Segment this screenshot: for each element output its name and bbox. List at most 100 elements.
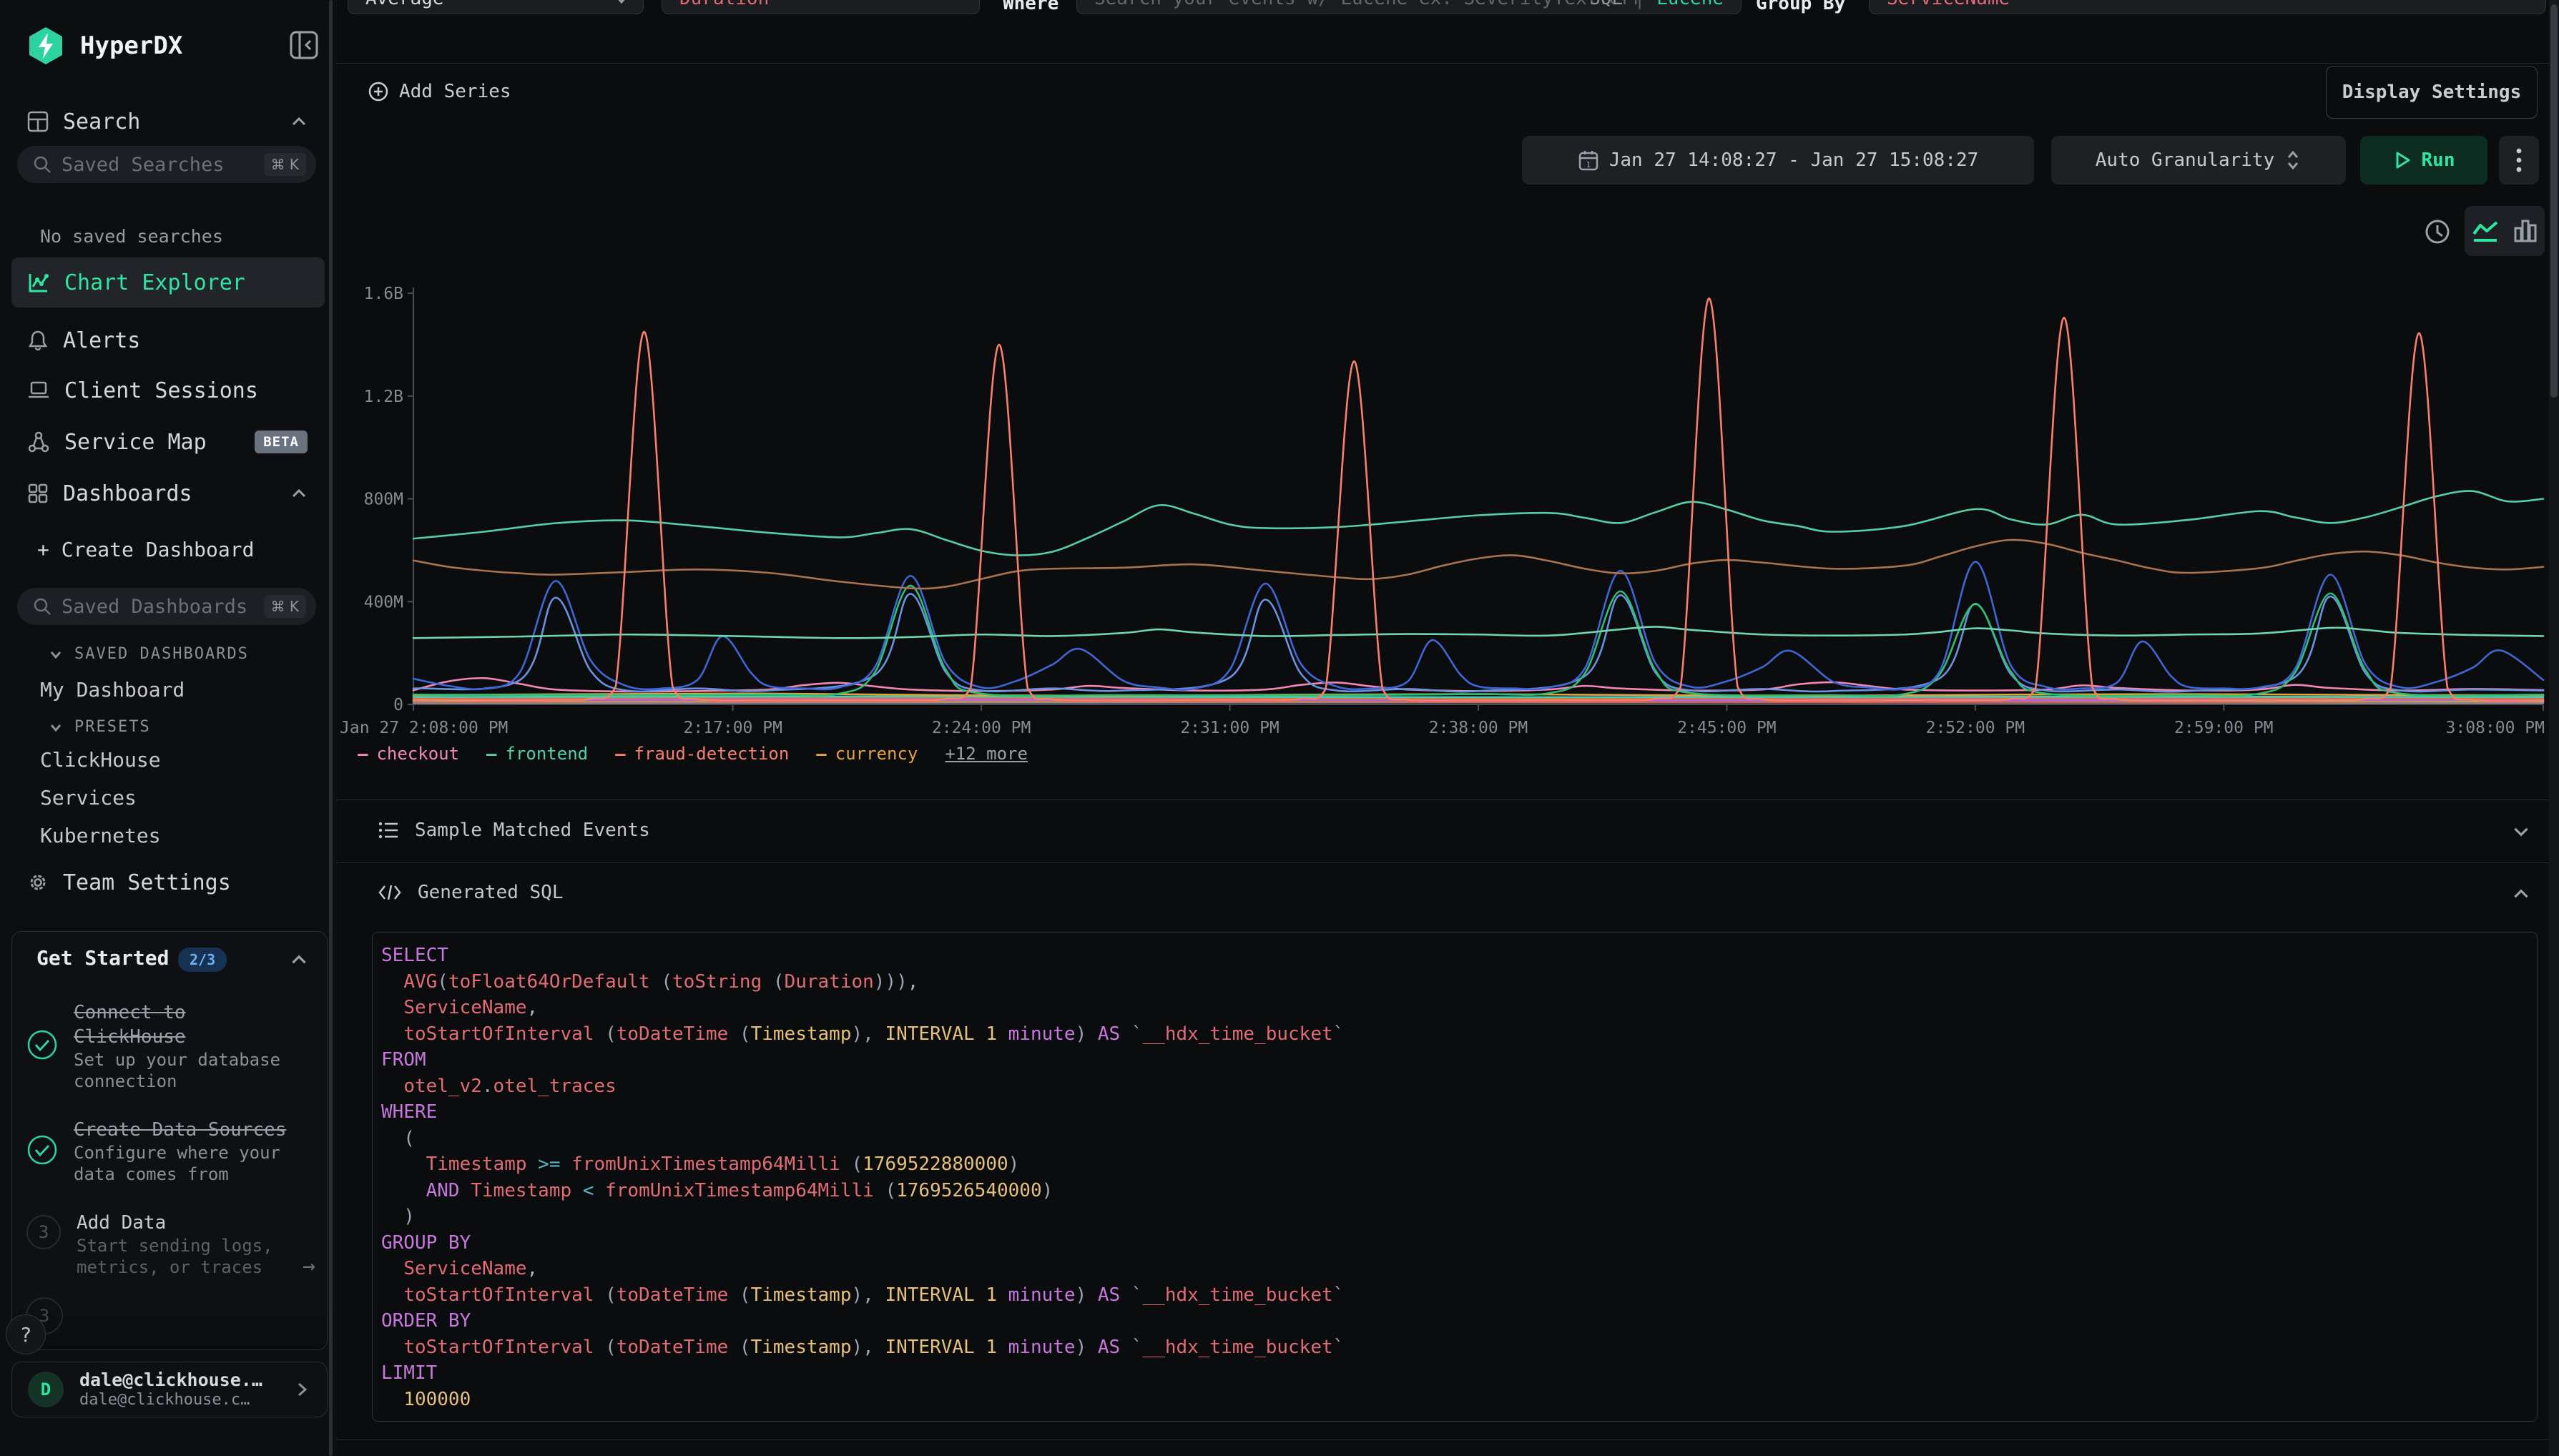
- sql-line: otel_v2.otel_traces: [381, 1073, 2537, 1100]
- step-number: 3: [26, 1215, 61, 1249]
- get-started-card: Get Started 2/3 Connect to ClickHouseSet…: [11, 931, 328, 1350]
- query-filter-row: Average Duration Where Search your event…: [336, 0, 2559, 16]
- svg-text:400M: 400M: [364, 593, 403, 611]
- chart-explorer-icon: [27, 271, 50, 294]
- sql-lucene-toggle[interactable]: SQL | Lucene: [1589, 0, 1724, 9]
- sidebar-item-service-map[interactable]: Service Map BETA: [11, 419, 325, 465]
- sidebar-item-chart-explorer[interactable]: Chart Explorer: [11, 257, 325, 308]
- sidebar-item-services[interactable]: Services: [40, 786, 137, 810]
- series-blue-secondary: [413, 594, 2543, 692]
- more-options-button[interactable]: [2499, 136, 2539, 185]
- timeseries-chart[interactable]: 0400M800M1.2B1.6BJan 27 2:08:00 PM2:17:0…: [308, 280, 2553, 752]
- svg-text:800M: 800M: [364, 491, 403, 509]
- generated-sql-header[interactable]: Generated SQL: [378, 882, 564, 903]
- svg-text:1.2B: 1.2B: [364, 388, 403, 406]
- chevron-up-icon[interactable]: [288, 949, 310, 970]
- legend-label: checkout: [376, 744, 459, 764]
- create-dashboard-button[interactable]: + Create Dashboard: [37, 538, 254, 561]
- code-icon: [378, 882, 402, 903]
- check-circle-icon: [26, 1029, 58, 1063]
- sql-line: (: [381, 1126, 2537, 1152]
- sidebar-item-client-sessions[interactable]: Client Sessions: [11, 368, 325, 413]
- bar-chart-icon[interactable]: [2513, 218, 2538, 244]
- sidebar-item-clickhouse[interactable]: ClickHouse: [40, 748, 161, 772]
- legend-item-fraud-detection[interactable]: —fraud-detection: [615, 744, 789, 764]
- date-range-picker[interactable]: 1 Jan 27 14:08:27 - Jan 27 15:08:27: [1522, 136, 2034, 185]
- sql-line: toStartOfInterval (toDateTime (Timestamp…: [381, 1021, 2537, 1048]
- sidebar-item-team-settings[interactable]: Team Settings: [11, 860, 325, 905]
- legend-more-link[interactable]: +12 more: [945, 744, 1028, 764]
- legend-swatch: —: [358, 744, 368, 764]
- sql-line: toStartOfInterval (toDateTime (Timestamp…: [381, 1282, 2537, 1309]
- sidebar-item-alerts[interactable]: Alerts: [11, 318, 325, 363]
- service-map-icon: [27, 431, 50, 453]
- svg-text:2:45:00 PM: 2:45:00 PM: [1677, 719, 1776, 737]
- get-started-item-title: Connect to ClickHouse: [74, 1000, 288, 1049]
- user-name: dale@clickhouse.…: [79, 1369, 277, 1391]
- sidebar-item-my-dashboard[interactable]: My Dashboard: [40, 678, 185, 702]
- legend-item-frontend[interactable]: —frontend: [486, 744, 588, 764]
- line-chart-icon[interactable]: [2471, 218, 2500, 244]
- check-circle-icon: [26, 1134, 58, 1169]
- avatar: D: [28, 1372, 64, 1407]
- get-started-item-1[interactable]: Connect to ClickHouseSet up your databas…: [26, 1000, 314, 1092]
- search-section-icon: [27, 111, 49, 132]
- sidebar: HyperDX Search Saved Searches ⌘ K No sav…: [0, 0, 336, 1456]
- display-settings-button[interactable]: Display Settings: [2326, 66, 2538, 119]
- sidebar-item-kubernetes[interactable]: Kubernetes: [40, 824, 161, 847]
- generated-sql-code[interactable]: SELECT AVG(toFloat64OrDefault (toString …: [372, 932, 2538, 1422]
- aggregation-select[interactable]: Average: [348, 0, 644, 14]
- svg-text:2:52:00 PM: 2:52:00 PM: [1926, 719, 2025, 737]
- shortcut-badge: ⌘ K: [264, 595, 306, 618]
- get-started-item-desc: Start sending logs, metrics, or traces: [77, 1235, 291, 1278]
- sql-line: ORDER BY: [381, 1308, 2537, 1334]
- sample-matched-events-header[interactable]: Sample Matched Events: [378, 820, 650, 841]
- chevron-down-icon: [47, 646, 64, 663]
- help-button[interactable]: ?: [6, 1314, 46, 1354]
- legend-label: currency: [835, 744, 918, 764]
- svg-text:2:17:00 PM: 2:17:00 PM: [683, 719, 782, 737]
- bell-icon: [27, 330, 49, 351]
- sql-line: AVG(toFloat64OrDefault (toString (Durati…: [381, 969, 2537, 995]
- sidebar-section-dashboards[interactable]: Dashboards: [11, 471, 325, 516]
- granularity-select[interactable]: Auto Granularity: [2051, 136, 2346, 185]
- chart-type-toggle: [2465, 206, 2545, 256]
- collapse-sidebar-icon[interactable]: [289, 30, 319, 60]
- add-series-button[interactable]: Add Series: [368, 69, 539, 114]
- time-settings-icon[interactable]: [2423, 217, 2452, 246]
- legend-item-currency[interactable]: — currency: [816, 744, 918, 764]
- run-button[interactable]: Run: [2360, 136, 2487, 185]
- chevron-up-icon: [289, 483, 309, 503]
- get-started-item-title: Add Data: [77, 1211, 291, 1235]
- beta-badge: BETA: [255, 431, 308, 453]
- group-by-label: Group By: [1756, 0, 1845, 14]
- saved-searches-input[interactable]: Saved Searches ⌘ K: [17, 146, 316, 183]
- saved-dashboards-input[interactable]: Saved Dashboards ⌘ K: [17, 588, 316, 625]
- chevron-up-icon[interactable]: [2510, 883, 2532, 905]
- divider: [336, 862, 2559, 863]
- search-icon: [33, 155, 51, 174]
- get-started-item-3[interactable]: 3 Add DataStart sending logs, metrics, or…: [26, 1211, 314, 1278]
- logo[interactable]: HyperDX: [27, 26, 182, 66]
- chevron-down-icon[interactable]: [2510, 821, 2532, 842]
- sql-line: FROM: [381, 1047, 2537, 1073]
- play-icon: [2393, 150, 2412, 170]
- sidebar-section-search[interactable]: Search: [11, 99, 325, 144]
- svg-text:0: 0: [393, 696, 403, 714]
- search-placeholder: Search your events w/ Lucene ex: Severit…: [1094, 0, 1654, 9]
- user-menu[interactable]: D dale@clickhouse.… dale@clickhouse.c…: [11, 1362, 328, 1417]
- page-scrollbar-thumb[interactable]: [2550, 4, 2558, 398]
- progress-badge: 2/3: [178, 948, 227, 972]
- group-by-input[interactable]: ServiceName: [1869, 0, 2546, 14]
- app-title: HyperDX: [80, 31, 182, 60]
- get-started-item-2[interactable]: Create Data SourcesConfigure where your …: [26, 1118, 314, 1185]
- sql-line: toStartOfInterval (toDateTime (Timestamp…: [381, 1334, 2537, 1361]
- search-query-input[interactable]: Search your events w/ Lucene ex: Severit…: [1076, 0, 1742, 14]
- saved-dashboards-group[interactable]: SAVED DASHBOARDS: [47, 645, 249, 663]
- legend-swatch: —: [816, 744, 826, 764]
- dashboards-icon: [27, 483, 49, 504]
- legend-item-checkout[interactable]: — checkout: [358, 744, 459, 764]
- presets-group[interactable]: PRESETS: [47, 718, 151, 736]
- get-started-item-title: Create Data Sources: [74, 1118, 288, 1142]
- field-input[interactable]: Duration: [662, 0, 980, 14]
